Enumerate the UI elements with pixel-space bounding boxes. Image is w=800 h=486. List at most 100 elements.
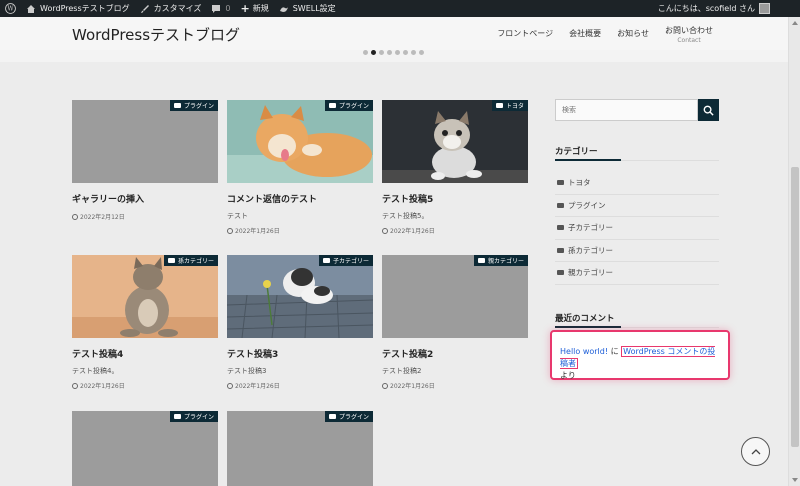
comment-icon [212, 4, 221, 13]
adminbar-site-name[interactable]: WordPressテストブログ [21, 0, 135, 17]
post-card[interactable]: トヨタ テスト投稿5 テスト投稿5。 2022年1月26日 [382, 100, 528, 235]
post-thumbnail[interactable]: 親カテゴリー [382, 255, 528, 338]
post-card[interactable]: 子カテゴリー テスト投稿3 テスト投稿3 2022年1月26日 [227, 255, 373, 390]
site-header: WordPressテストブログ フロントページ 会社概要 お知らせ お問い合わせ… [0, 17, 800, 50]
adminbar-new[interactable]: + 新規 [235, 0, 273, 17]
post-thumbnail[interactable]: プラグイン [72, 100, 218, 183]
nav-item-news[interactable]: お知らせ [617, 22, 649, 44]
category-badge: 親カテゴリー [473, 255, 528, 266]
post-card[interactable]: プラグイン [227, 411, 373, 486]
post-card[interactable]: 孫カテゴリー テスト投稿4 テスト投稿4。 2022年1月26日 [72, 255, 218, 390]
comment-connector: に [610, 347, 619, 356]
category-item[interactable]: 孫カテゴリー [555, 240, 719, 262]
post-title[interactable]: コメント返信のテスト [227, 192, 373, 205]
post-excerpt: テスト投稿5。 [382, 212, 429, 220]
adminbar-customize[interactable]: カスタマイズ [135, 0, 207, 17]
post-card[interactable]: 親カテゴリー テスト投稿2 テスト投稿2 2022年1月26日 [382, 255, 528, 390]
folder-icon [477, 258, 485, 263]
post-title[interactable]: ギャラリーの挿入 [72, 192, 218, 205]
post-date-label: 2022年1月26日 [390, 228, 435, 235]
post-thumbnail[interactable]: プラグイン [72, 411, 218, 486]
post-title[interactable]: テスト投稿3 [227, 347, 373, 360]
nav-item-company[interactable]: 会社概要 [569, 22, 601, 44]
post-thumbnail[interactable]: プラグイン [227, 411, 373, 486]
admin-bar: W WordPressテストブログ カスタマイズ 0 + 新規 SWELL設定 … [0, 0, 800, 17]
nav-label: 会社概要 [569, 29, 602, 38]
title-accent-bar [555, 326, 621, 328]
post-excerpt: テスト投稿4。 [72, 367, 119, 375]
post-thumbnail[interactable]: 孫カテゴリー [72, 255, 218, 338]
adminbar-site-name-label: WordPressテストブログ [40, 4, 130, 13]
slider-dot-active[interactable] [371, 50, 376, 55]
post-excerpt: テスト投稿3 [227, 367, 267, 375]
folder-icon [495, 103, 503, 108]
clock-icon [227, 227, 233, 234]
clock-icon [227, 382, 233, 389]
adminbar-swell-label: SWELL設定 [292, 4, 336, 13]
adminbar-comments[interactable]: 0 [206, 0, 235, 17]
slider-dot[interactable] [403, 50, 408, 55]
category-badge-label: 子カテゴリー [332, 258, 369, 265]
search-button[interactable] [698, 99, 719, 121]
category-item[interactable]: トヨタ [555, 172, 719, 195]
search-form [555, 99, 719, 121]
svg-text:W: W [7, 6, 14, 13]
search-icon [703, 105, 714, 116]
nav-item-contact[interactable]: お問い合わせ Contact [665, 22, 713, 44]
comment-post-link[interactable]: Hello world! [560, 347, 608, 356]
recent-comments-title-label: 最近のコメント [555, 314, 615, 324]
search-input[interactable] [555, 99, 698, 121]
post-excerpt: テスト [227, 212, 248, 220]
chevron-up-icon [751, 449, 760, 455]
adminbar-account[interactable]: こんにちは、scofield さん [653, 0, 800, 17]
category-list: トヨタ プラグイン 子カテゴリー 孫カテゴリー 親カテゴリー [555, 172, 719, 285]
post-thumbnail[interactable]: 子カテゴリー [227, 255, 373, 338]
adminbar-customize-label: カスタマイズ [153, 4, 202, 13]
category-item[interactable]: 子カテゴリー [555, 217, 719, 240]
slider-dot[interactable] [363, 50, 368, 55]
adminbar-swell-settings[interactable]: SWELL設定 [274, 0, 341, 17]
folder-icon [167, 258, 175, 263]
slider-dot[interactable] [411, 50, 416, 55]
nav-item-front[interactable]: フロントページ [497, 22, 553, 44]
slider-dot[interactable] [419, 50, 424, 55]
adminbar-greeting: こんにちは、scofield さん [657, 4, 755, 13]
global-nav: フロントページ 会社概要 お知らせ お問い合わせ Contact [481, 22, 713, 44]
comment-suffix: より [560, 371, 576, 380]
category-item[interactable]: プラグイン [555, 195, 719, 217]
scrollbar-thumb[interactable] [791, 167, 799, 447]
slider-dot[interactable] [395, 50, 400, 55]
post-date: 2022年1月26日 [227, 381, 373, 390]
category-item[interactable]: 親カテゴリー [555, 262, 719, 285]
post-thumbnail[interactable]: トヨタ [382, 100, 528, 183]
kitten-photo-image [382, 100, 528, 183]
post-card[interactable]: プラグイン コメント返信のテスト テスト 2022年1月26日 [227, 100, 373, 235]
nav-label: お問い合わせ [665, 26, 713, 35]
scroll-up-arrow-icon[interactable] [792, 21, 798, 25]
category-badge: プラグイン [169, 100, 218, 111]
back-to-top-button[interactable] [741, 437, 770, 466]
swell-icon [279, 6, 288, 12]
post-card[interactable]: プラグイン ギャラリーの挿入 2022年2月12日 [72, 100, 218, 221]
category-badge-label: 親カテゴリー [487, 258, 524, 265]
slider-dot[interactable] [387, 50, 392, 55]
post-thumbnail[interactable]: プラグイン [227, 100, 373, 183]
post-title[interactable]: テスト投稿4 [72, 347, 218, 360]
clock-icon [72, 213, 78, 220]
wordpress-logo-icon[interactable]: W [0, 0, 21, 17]
post-title[interactable]: テスト投稿5 [382, 192, 528, 205]
site-title[interactable]: WordPressテストブログ [72, 24, 240, 45]
slider-dot[interactable] [379, 50, 384, 55]
folder-icon [173, 103, 181, 108]
category-item-label: 孫カテゴリー [568, 245, 613, 255]
clock-icon [72, 382, 78, 389]
post-date: 2022年2月12日 [72, 212, 218, 221]
scroll-down-arrow-icon[interactable] [792, 478, 798, 482]
post-date-label: 2022年1月26日 [235, 383, 280, 390]
scrollbar[interactable] [788, 17, 800, 486]
category-badge: 子カテゴリー [318, 255, 373, 266]
kitten-flower-photo-image [227, 255, 373, 338]
folder-icon [328, 414, 336, 419]
post-title[interactable]: テスト投稿2 [382, 347, 528, 360]
post-card[interactable]: プラグイン [72, 411, 218, 486]
